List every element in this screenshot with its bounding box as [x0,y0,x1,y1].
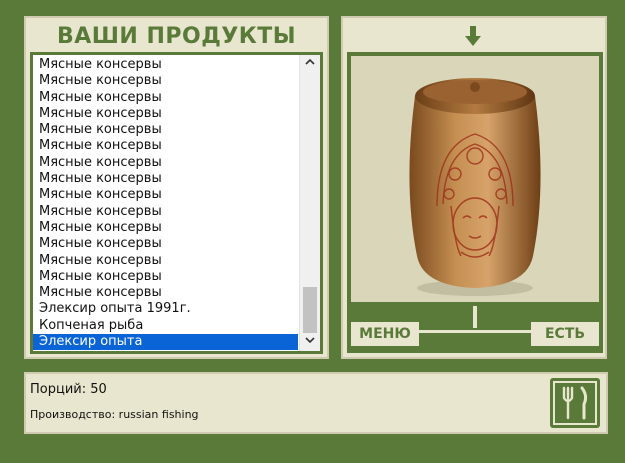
eat-button[interactable]: ЕСТЬ [531,322,599,346]
portions-label: Порций: 50 [30,382,107,397]
fork-knife-icon[interactable] [550,378,600,428]
scrollbar-thumb[interactable] [303,287,317,333]
action-bar: МЕНЮ ЕСТЬ [347,306,603,353]
jar-image [409,78,541,296]
chevron-up-icon[interactable] [300,55,320,73]
product-info: Порций: 50 Производство: russian fishing [24,372,608,434]
divider [419,330,531,333]
menu-button[interactable]: МЕНЮ [351,322,419,346]
list-item[interactable]: Копченая рыба [33,318,298,334]
product-preview-panel: МЕНЮ ЕСТЬ [341,16,607,359]
list-item[interactable]: Мясные консервы [33,285,298,301]
list-item[interactable]: Мясные консервы [33,122,298,138]
product-list[interactable]: Мясные консервы Мясные консервы Мясные кон… [33,55,320,351]
list-item[interactable]: Мясные консервы [33,57,298,73]
list-item[interactable]: Мясные консервы [33,236,298,252]
list-item[interactable]: Мясные консервы [33,171,298,187]
page-title: ВАШИ ПРОДУКТЫ [56,24,297,49]
list-item[interactable]: Мясные консервы [33,138,298,154]
list-item[interactable]: Элексир опыта [33,334,298,351]
list-item[interactable]: Мясные консервы [33,220,298,236]
product-items: Мясные консервы Мясные консервы Мясные кон… [33,57,298,351]
arrow-down-icon [465,26,481,46]
list-item[interactable]: Элексир опыта 1991г. [33,301,298,317]
list-item[interactable]: Мясные консервы [33,90,298,106]
list-item[interactable]: Мясные консервы [33,73,298,89]
product-image [351,56,599,302]
chevron-down-icon[interactable] [300,333,320,351]
list-item[interactable]: Мясные консервы [33,269,298,285]
products-panel: ВАШИ ПРОДУКТЫ Мясные консервы Мясные конс… [24,16,329,359]
list-item[interactable]: Мясные консервы [33,253,298,269]
list-item[interactable]: Мясные консервы [33,106,298,122]
scrollbar[interactable] [299,55,320,351]
list-item[interactable]: Мясные консервы [33,155,298,171]
producer-label: Производство: russian fishing [30,408,199,421]
list-item[interactable]: Мясные консервы [33,204,298,220]
game-frame: ВАШИ ПРОДУКТЫ Мясные консервы Мясные конс… [0,0,625,463]
product-image-frame [347,52,603,306]
list-item[interactable]: Мясные консервы [33,187,298,203]
product-list-frame: Мясные консервы Мясные консервы Мясные кон… [30,52,323,354]
divider [473,306,477,328]
